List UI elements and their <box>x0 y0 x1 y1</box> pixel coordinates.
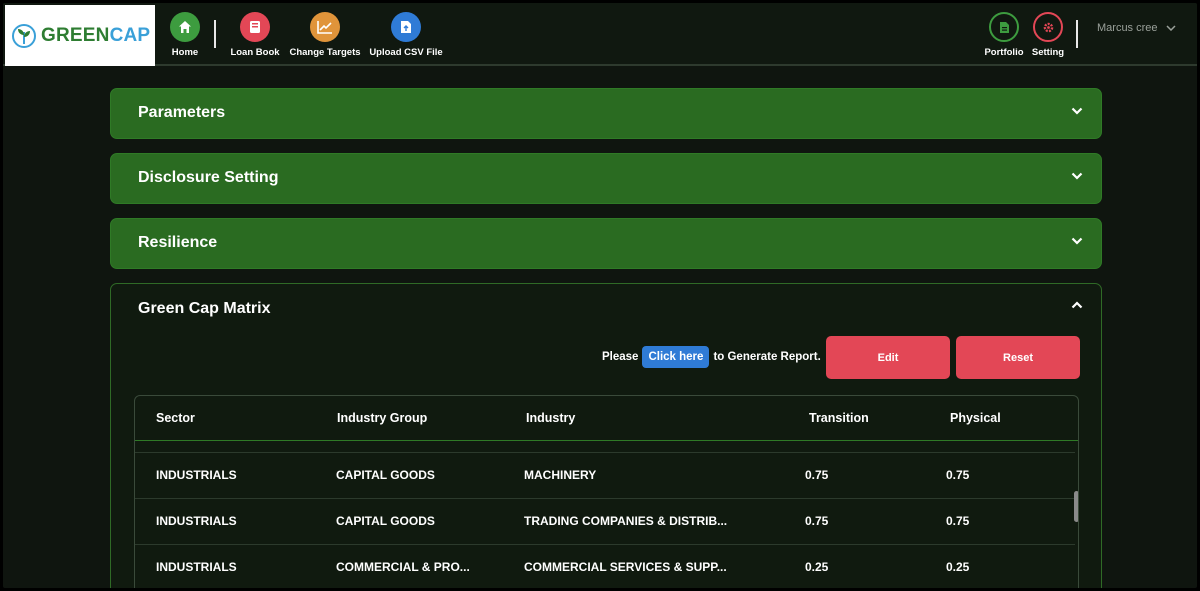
table-scrollbar[interactable] <box>1074 491 1078 522</box>
table-row[interactable]: INDUSTRIALS CAPITAL GOODS MACHINERY 0.75… <box>135 452 1075 498</box>
cell-industry: MACHINERY <box>524 468 597 482</box>
accordion-title: Disclosure Setting <box>138 169 279 186</box>
cell-sector: INDUSTRIALS <box>156 560 237 574</box>
nav-portfolio[interactable]: Portfolio <box>984 3 1024 66</box>
cell-industry: TRADING COMPANIES & DISTRIB... <box>524 514 728 528</box>
nav-label: Change Targets <box>289 47 361 58</box>
nav-loan-book[interactable]: Loan Book <box>230 3 280 66</box>
cell-industry: COMMERCIAL SERVICES & SUPP... <box>524 560 727 574</box>
chevron-down-icon <box>1071 107 1083 115</box>
user-name: Marcus cree <box>1097 22 1158 34</box>
table-header: Sector Industry Group Industry Transitio… <box>135 396 1078 441</box>
nav-label: Upload CSV File <box>369 47 443 58</box>
accordion-green-cap-matrix: Green Cap Matrix Please Click here to Ge… <box>110 283 1102 588</box>
reset-button[interactable]: Reset <box>956 336 1080 379</box>
chevron-down-icon <box>1166 25 1176 31</box>
gear-icon <box>1033 12 1063 42</box>
accordion-title: Parameters <box>138 104 226 121</box>
cell-industry-group: COMMERCIAL & PRO... <box>336 560 470 574</box>
cell-transition: 0.75 <box>805 514 829 528</box>
chevron-up-icon[interactable] <box>1071 301 1083 309</box>
top-navbar: GREENCAP Home Loan Book Change Targets U… <box>3 3 1197 66</box>
file-upload-icon <box>391 12 421 42</box>
chart-line-icon <box>310 12 340 42</box>
cell-transition: 0.25 <box>805 560 829 574</box>
cell-industry-group: CAPITAL GOODS <box>336 468 435 482</box>
accordion-title[interactable]: Green Cap Matrix <box>138 300 270 318</box>
nav-label: Loan Book <box>230 47 280 58</box>
generate-report-prompt: Please Click here to Generate Report. <box>602 346 821 368</box>
nav-home[interactable]: Home <box>169 3 201 66</box>
brand-name: GREENCAP <box>41 24 151 46</box>
home-icon <box>170 12 200 42</box>
column-header: Industry Group <box>337 411 428 425</box>
matrix-table: Sector Industry Group Industry Transitio… <box>134 395 1079 588</box>
nav-label: Portfolio <box>984 47 1024 58</box>
click-here-button[interactable]: Click here <box>642 346 710 368</box>
cell-physical: 0.75 <box>946 514 970 528</box>
cell-sector: INDUSTRIALS <box>156 514 237 528</box>
prompt-text: Please <box>602 351 639 363</box>
logo[interactable]: GREENCAP <box>5 5 155 66</box>
user-menu[interactable]: Marcus cree <box>1097 22 1176 34</box>
column-header: Transition <box>809 411 869 425</box>
accordion-disclosure-setting[interactable]: Disclosure Setting <box>110 153 1102 204</box>
column-header: Industry <box>526 411 576 425</box>
nav-label: Setting <box>1031 47 1065 58</box>
prompt-text: to Generate Report. <box>713 351 821 363</box>
accordion-title: Resilience <box>138 234 218 251</box>
cell-physical: 0.25 <box>946 560 970 574</box>
table-row[interactable]: INDUSTRIALS CAPITAL GOODS TRADING COMPAN… <box>135 498 1075 544</box>
book-icon <box>240 12 270 42</box>
table-row[interactable]: INDUSTRIALS COMMERCIAL & PRO... COMMERCI… <box>135 544 1075 588</box>
nav-setting[interactable]: Setting <box>1031 3 1065 66</box>
chevron-down-icon <box>1071 237 1083 245</box>
nav-divider <box>214 20 216 48</box>
cell-sector: INDUSTRIALS <box>156 468 237 482</box>
document-icon <box>989 12 1019 42</box>
app-window: GREENCAP Home Loan Book Change Targets U… <box>3 3 1197 588</box>
cell-industry-group: CAPITAL GOODS <box>336 514 435 528</box>
nav-upload-csv[interactable]: Upload CSV File <box>369 3 443 66</box>
accordion-resilience[interactable]: Resilience <box>110 218 1102 269</box>
chevron-down-icon <box>1071 172 1083 180</box>
cell-physical: 0.75 <box>946 468 970 482</box>
leaf-logo-icon <box>12 23 36 48</box>
accordion-parameters[interactable]: Parameters <box>110 88 1102 139</box>
edit-button[interactable]: Edit <box>826 336 950 379</box>
cell-transition: 0.75 <box>805 468 829 482</box>
column-header: Sector <box>156 411 195 425</box>
nav-divider <box>1076 20 1078 48</box>
nav-change-targets[interactable]: Change Targets <box>289 3 361 66</box>
column-header: Physical <box>950 411 1001 425</box>
nav-label: Home <box>171 47 199 58</box>
